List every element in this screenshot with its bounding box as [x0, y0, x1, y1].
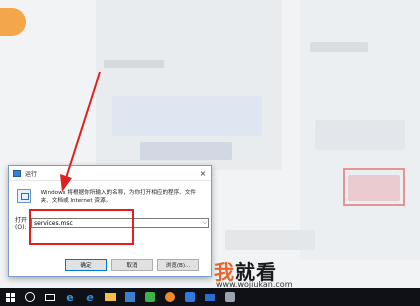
task-view-icon[interactable]	[40, 288, 60, 306]
windows-start-icon[interactable]	[0, 288, 20, 306]
store-icon[interactable]	[120, 288, 140, 306]
search-icon[interactable]	[20, 288, 40, 306]
orange-app-icon[interactable]	[160, 288, 180, 306]
edge-icon[interactable]: e	[60, 288, 80, 306]
folder-icon[interactable]	[100, 288, 120, 306]
gray-app-icon[interactable]	[220, 288, 240, 306]
red-arrow-icon	[60, 71, 101, 192]
blue-app-icon[interactable]	[180, 288, 200, 306]
green-app-icon[interactable]	[140, 288, 160, 306]
watermark: 我就看 www.wojiukan.com	[214, 256, 332, 290]
ie-icon[interactable]: e	[80, 288, 100, 306]
taskbar: e e	[0, 288, 420, 306]
mail-icon[interactable]	[200, 288, 220, 306]
